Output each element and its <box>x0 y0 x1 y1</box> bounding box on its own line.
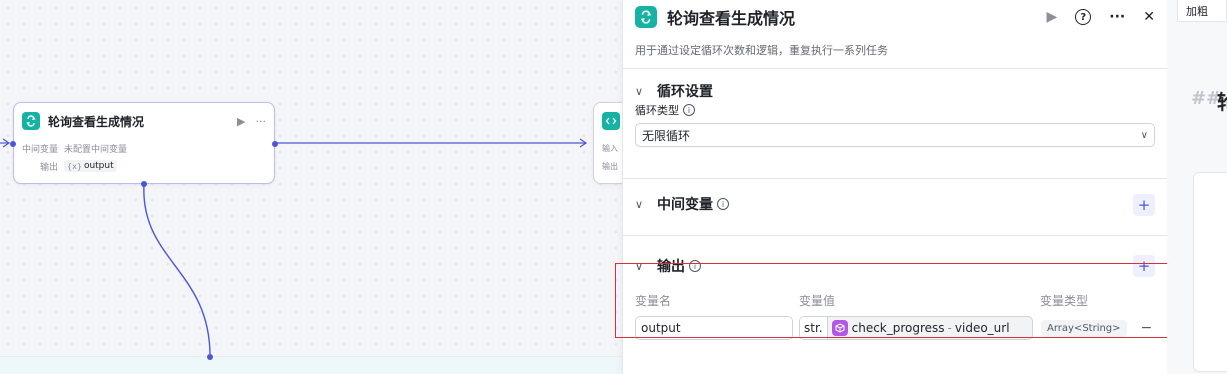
minus-icon[interactable]: − <box>1141 320 1153 336</box>
loop-type-select[interactable]: 无限循环 ∨ <box>635 123 1155 147</box>
node-config-panel: 轮询查看生成情况 ▶ ? ··· ✕ 用于通过设定循环次数和逻辑，重复执行一系列… <box>622 0 1167 374</box>
info-icon[interactable]: i <box>683 104 695 116</box>
close-icon[interactable]: ✕ <box>1143 9 1155 25</box>
loop-type-label: 循环类型 <box>635 104 679 117</box>
loop-settings-title: 循环设置 <box>657 84 713 100</box>
add-output-button[interactable]: + <box>1133 255 1155 277</box>
output-header[interactable]: ∨ 输出 i + <box>635 236 1155 288</box>
workflow-edges <box>0 138 588 360</box>
bold-button[interactable]: 加粗 <box>1177 0 1227 22</box>
col-name-header: 变量名 <box>635 293 672 308</box>
node-title: 轮询查看生成情况 <box>48 114 145 129</box>
output-tag-label: output <box>83 161 114 171</box>
output-label: 输出 <box>40 162 59 173</box>
cube-icon <box>831 320 848 336</box>
code-icon <box>602 112 620 130</box>
intermediate-var-title: 中间变量 <box>657 197 713 213</box>
info-icon[interactable]: i <box>689 260 701 272</box>
chevron-down-icon: ∨ <box>1140 129 1148 141</box>
output-name-input[interactable]: output <box>635 316 793 340</box>
col-type-header: 变量类型 <box>1040 293 1089 308</box>
panel-title[interactable]: 轮询查看生成情况 <box>667 5 795 29</box>
intermediate-label: 中间变量 <box>22 144 59 155</box>
markdown-heading-char: 轮 <box>1217 86 1227 115</box>
help-icon[interactable]: ? <box>1075 9 1092 25</box>
chevron-down-icon[interactable]: ∨ <box>635 260 655 273</box>
output-tag: {x} output <box>64 160 117 172</box>
loop-icon <box>635 6 657 28</box>
loop-icon <box>22 112 40 130</box>
info-icon[interactable]: i <box>717 198 729 210</box>
loop-settings-section: ∨ 循环设置 循环类型 i 无限循环 ∨ <box>623 69 1167 178</box>
output-row: output str. check_progress - video_url A… <box>635 316 1155 340</box>
ref-separator: - <box>947 321 952 335</box>
input-handle[interactable] <box>10 141 16 147</box>
output-section: ∨ 输出 i + 变量名 变量值 变量类型 output str. check_… <box>623 236 1167 340</box>
more-icon[interactable]: ··· <box>1109 9 1125 25</box>
chevron-down-icon[interactable]: ∨ <box>635 85 655 98</box>
preview-thumbnail <box>1193 172 1227 372</box>
play-icon[interactable]: ▶ <box>237 115 245 128</box>
loop-body-handle[interactable] <box>141 181 147 187</box>
loop-type-value: 无限循环 <box>642 128 691 143</box>
variable-icon: {x} <box>67 161 82 171</box>
play-icon[interactable]: ▶ <box>1047 9 1058 25</box>
value-type-selector[interactable]: str. <box>799 316 827 340</box>
var-type-badge: Array<String> <box>1041 319 1127 337</box>
loop-node[interactable]: 轮询查看生成情况 ▶ ··· 中间变量 未配置中间变量 输出 {x} output <box>10 102 278 187</box>
output-handle[interactable] <box>272 141 278 147</box>
intermediate-var-section: ∨ 中间变量 i + <box>623 173 1167 235</box>
output-value-field[interactable]: str. check_progress - video_url <box>799 316 1033 340</box>
ref-field-name: video_url <box>954 321 1010 335</box>
intermediate-var-header[interactable]: ∨ 中间变量 i + <box>635 173 1155 235</box>
preview-pane: 加粗 ## 轮 <box>1167 0 1227 374</box>
panel-description: 用于通过设定循环次数和逻辑，重复执行一系列任务 <box>635 44 888 57</box>
output-title: 输出 <box>657 259 685 275</box>
value-reference[interactable]: check_progress - video_url <box>826 316 1033 340</box>
output-name-value: output <box>641 321 681 335</box>
intermediate-value: 未配置中间变量 <box>64 144 128 155</box>
chevron-down-icon[interactable]: ∨ <box>635 198 655 211</box>
more-icon[interactable]: ··· <box>256 115 267 128</box>
col-value-header: 变量值 <box>799 293 836 308</box>
add-intermediate-var-button[interactable]: + <box>1133 194 1155 216</box>
ref-node-name: check_progress <box>851 321 945 335</box>
